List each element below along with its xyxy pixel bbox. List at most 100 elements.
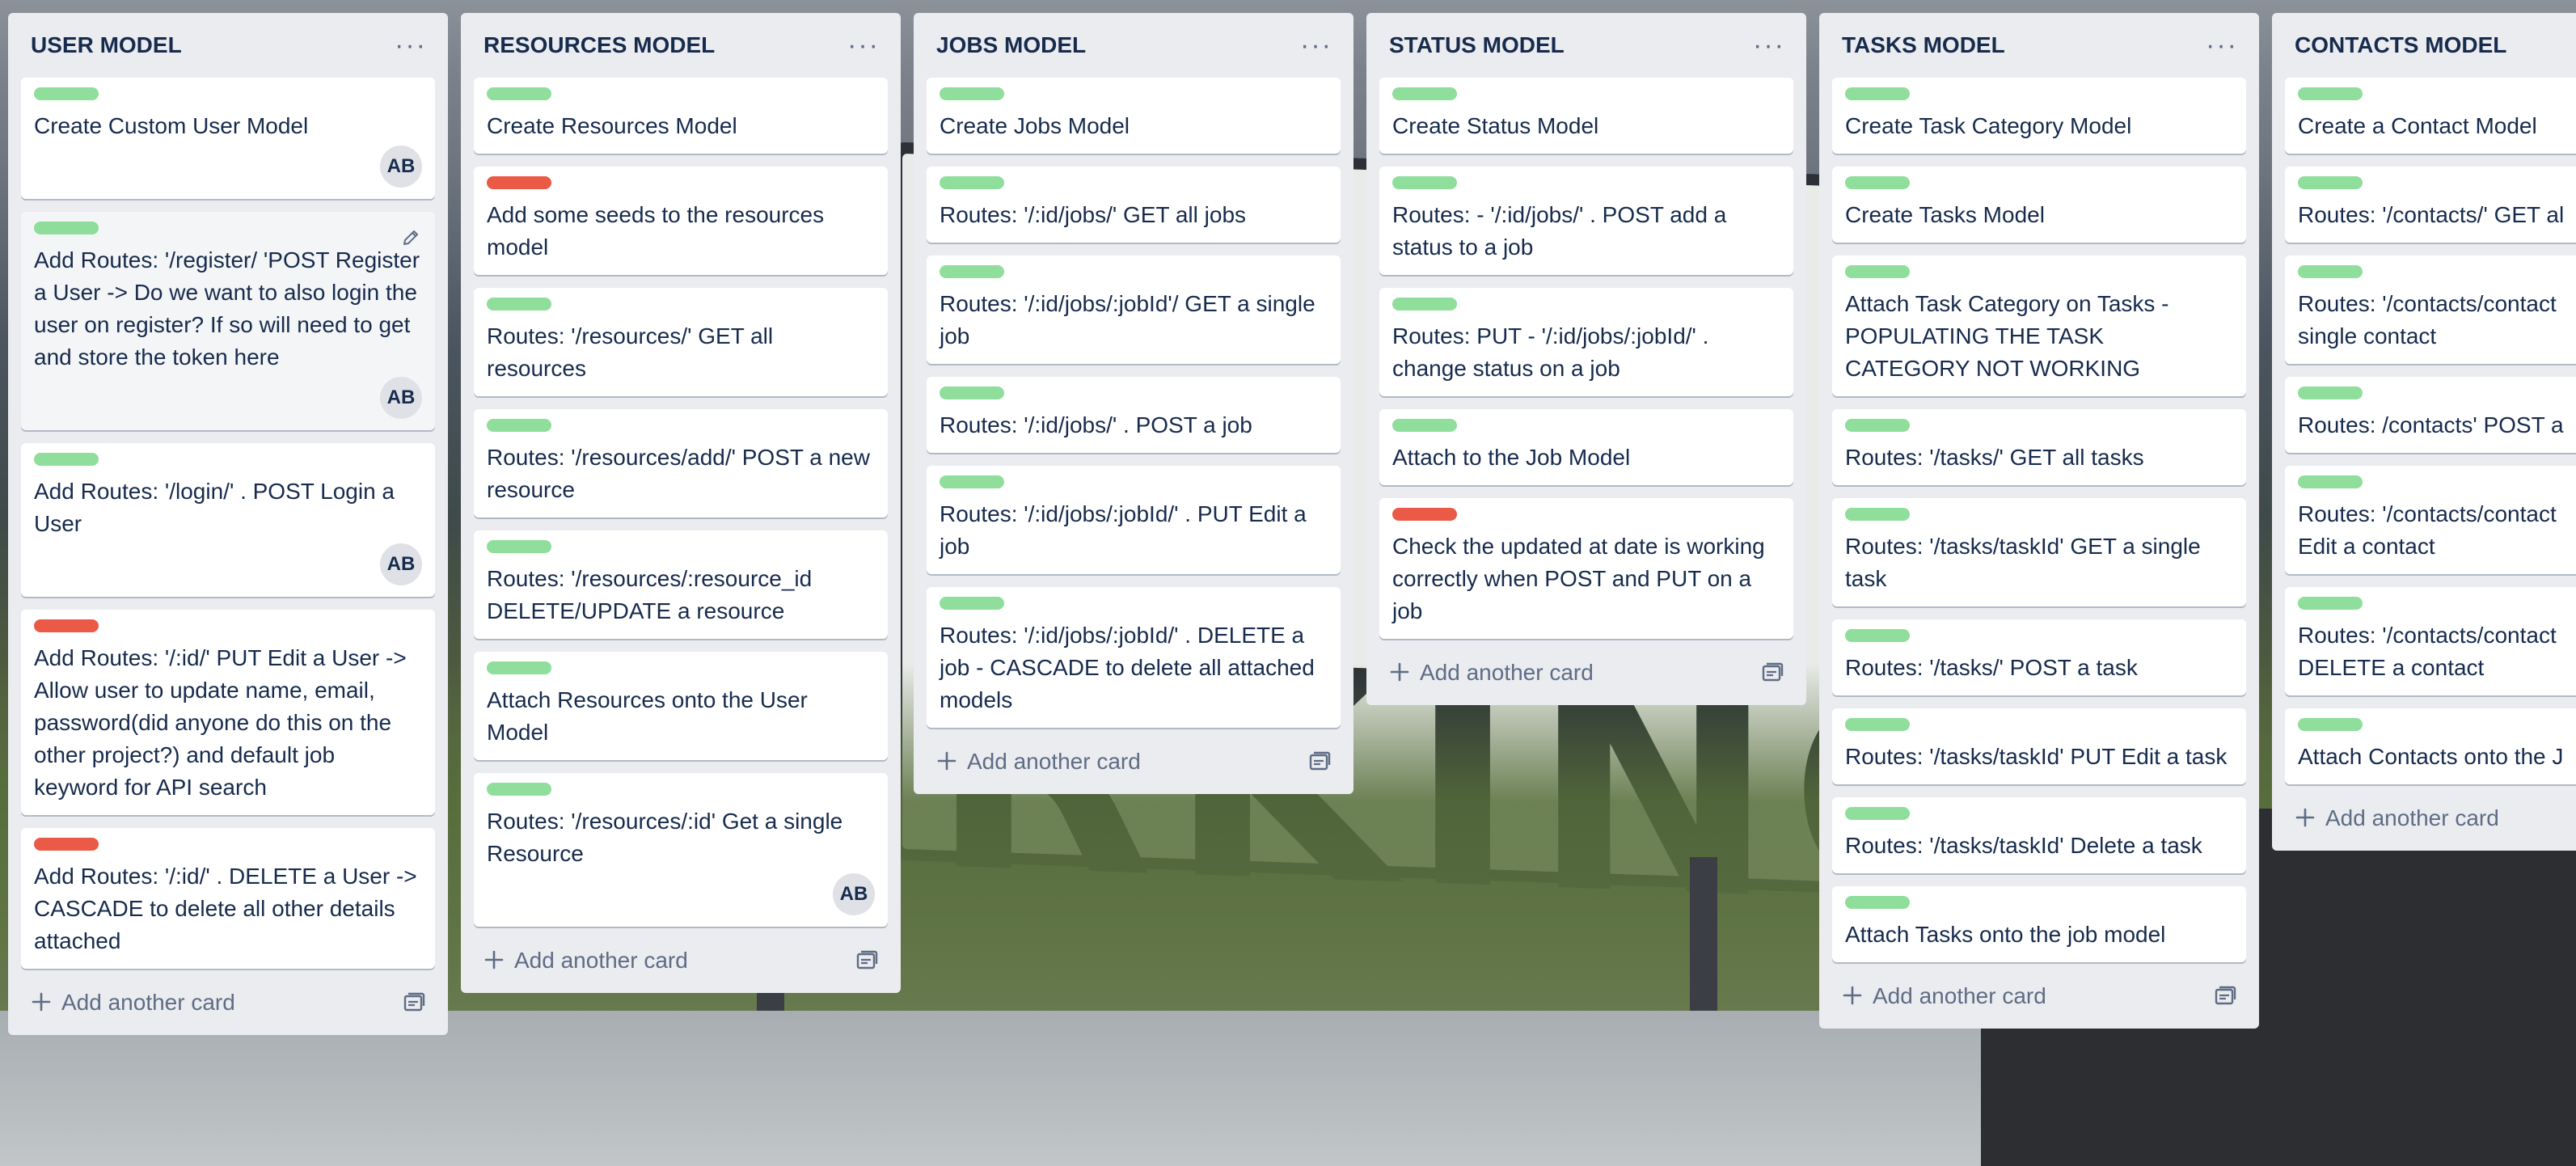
card[interactable]: Routes: '/:id/jobs/:jobId'/ GET a single… [927,256,1341,364]
list-jobs-model[interactable]: JOBS MODEL ··· Create Jobs Model Routes: '/… [914,13,1353,794]
card-label-green[interactable] [1845,87,1910,100]
card[interactable]: Add Routes: '/register/ 'POST Register a… [21,212,435,430]
card-label-green[interactable] [487,661,551,674]
card[interactable]: Routes: /contacts' POST a [2285,377,2576,453]
card-label-green[interactable] [1845,629,1910,642]
card[interactable]: Create Jobs Model [927,78,1341,154]
card[interactable]: Routes: '/tasks/taskId' Delete a task [1832,797,2246,873]
card-label-green[interactable] [940,597,1004,610]
card-label-green[interactable] [1392,176,1457,189]
card-label-green[interactable] [2298,176,2363,189]
card[interactable]: Attach Tasks onto the job model [1832,886,2246,962]
card-label-green[interactable] [1845,419,1910,432]
add-card-link[interactable]: Add another card [31,988,235,1017]
card-label-green[interactable] [1845,718,1910,731]
add-card-button[interactable]: Add another card [1832,972,2246,1020]
card-label-green[interactable] [940,176,1004,189]
card-label-green[interactable] [940,265,1004,278]
list-tasks-model[interactable]: TASKS MODEL ··· Create Task Category Model… [1819,13,2259,1029]
list-title[interactable]: RESOURCES MODEL [474,32,715,58]
list-menu-icon[interactable]: ··· [395,32,435,59]
card[interactable]: Attach Task Category on Tasks - POPULATI… [1832,256,2246,396]
card-label-green[interactable] [2298,87,2363,100]
card[interactable]: Routes: '/contacts/contact single contact [2285,256,2576,364]
card-label-green[interactable] [940,387,1004,399]
card[interactable]: Attach Resources onto the User Model [474,652,888,760]
card[interactable]: Routes: PUT - '/:id/jobs/:jobId/' . chan… [1379,288,1793,396]
card[interactable]: Create Resources Model [474,78,888,154]
card-label-green[interactable] [2298,718,2363,731]
card[interactable]: Check the updated at date is working cor… [1379,498,1793,639]
card-label-green[interactable] [1845,508,1910,521]
card-label-green[interactable] [1845,265,1910,278]
card-label-green[interactable] [487,783,551,796]
card-label-green[interactable] [487,540,551,553]
list-title[interactable]: USER MODEL [21,32,182,58]
card-label-green[interactable] [2298,597,2363,610]
list-resources-model[interactable]: RESOURCES MODEL ··· Create Resources Model… [461,13,901,993]
card-template-icon[interactable] [1308,751,1331,772]
card-label-green[interactable] [1845,896,1910,909]
card[interactable]: Routes: '/resources/:id' Get a single Re… [474,773,888,927]
add-card-link[interactable]: Add another card [2295,804,2499,833]
card[interactable]: Create a Contact Model [2285,78,2576,154]
add-card-button[interactable]: Add another card [927,737,1341,786]
card-label-green[interactable] [1392,87,1457,100]
card-template-icon[interactable] [1761,662,1784,683]
card-label-green[interactable] [1392,419,1457,432]
list-contacts-model[interactable]: CONTACTS MODEL Create a Contact Model Rout… [2272,13,2576,851]
card[interactable]: Routes: '/resources/add/' POST a new res… [474,409,888,518]
card[interactable]: Routes: '/tasks/' GET all tasks [1832,409,2246,485]
list-menu-icon[interactable]: ··· [847,32,888,59]
card[interactable]: Create Status Model [1379,78,1793,154]
card[interactable]: Add Routes: '/:id/' PUT Edit a User -> A… [21,610,435,815]
card[interactable]: Routes: '/:id/jobs/:jobId/' . PUT Edit a… [927,466,1341,574]
card[interactable]: Add Routes: '/:id/' . DELETE a User -> C… [21,828,435,969]
card[interactable]: Attach Contacts onto the J [2285,708,2576,784]
list-menu-icon[interactable]: ··· [2206,32,2246,59]
card-label-green[interactable] [1845,807,1910,820]
list-user-model[interactable]: USER MODEL ··· Create Custom User Model AB A… [8,13,448,1035]
card-label-red[interactable] [34,838,99,851]
card-label-green[interactable] [2298,387,2363,399]
card[interactable]: Routes: - '/:id/jobs/' . POST add a stat… [1379,167,1793,275]
add-card-link[interactable]: Add another card [484,946,688,975]
card-label-green[interactable] [2298,475,2363,488]
card[interactable]: Create Task Category Model [1832,78,2246,154]
card[interactable]: Routes: '/contacts/' GET al [2285,167,2576,243]
list-menu-icon[interactable]: ··· [1300,32,1341,59]
card[interactable]: Attach to the Job Model [1379,409,1793,485]
list-title[interactable]: TASKS MODEL [1832,32,2005,58]
card[interactable]: Routes: '/:id/jobs/' GET all jobs [927,167,1341,243]
card-label-red[interactable] [1392,508,1457,521]
card[interactable]: Routes: '/resources/:resource_id DELETE/… [474,530,888,639]
card-label-green[interactable] [2298,265,2363,278]
card[interactable]: Routes: '/contacts/contact DELETE a conta… [2285,587,2576,695]
add-card-link[interactable]: Add another card [936,747,1141,776]
card-label-green[interactable] [940,87,1004,100]
card[interactable]: Routes: '/:id/jobs/:jobId/' . DELETE a j… [927,587,1341,728]
card-template-icon[interactable] [403,992,425,1013]
add-card-button[interactable]: Add another card [21,978,435,1027]
card-label-green[interactable] [940,475,1004,488]
list-title[interactable]: CONTACTS MODEL [2285,32,2506,58]
card[interactable]: Routes: '/tasks/' POST a task [1832,619,2246,695]
card-label-green[interactable] [34,87,99,100]
card-label-green[interactable] [487,87,551,100]
card-label-green[interactable] [34,453,99,466]
member-avatar[interactable]: AB [380,377,422,419]
card-label-green[interactable] [487,298,551,311]
card-label-green[interactable] [1845,176,1910,189]
card-label-green[interactable] [34,222,99,234]
list-title[interactable]: STATUS MODEL [1379,32,1565,58]
card-label-green[interactable] [487,419,551,432]
add-card-button[interactable]: Add another card [474,936,888,985]
add-card-button[interactable]: Add another card [1379,648,1793,697]
list-status-model[interactable]: STATUS MODEL ··· Create Status Model Routes… [1366,13,1806,705]
add-card-link[interactable]: Add another card [1842,982,2046,1011]
add-card-button[interactable]: Add another card [2285,794,2576,843]
card-label-green[interactable] [1392,298,1457,311]
card[interactable]: Create Custom User Model AB [21,78,435,199]
card[interactable]: Routes: '/contacts/contact Edit a contact [2285,466,2576,574]
card-template-icon[interactable] [2214,986,2236,1007]
